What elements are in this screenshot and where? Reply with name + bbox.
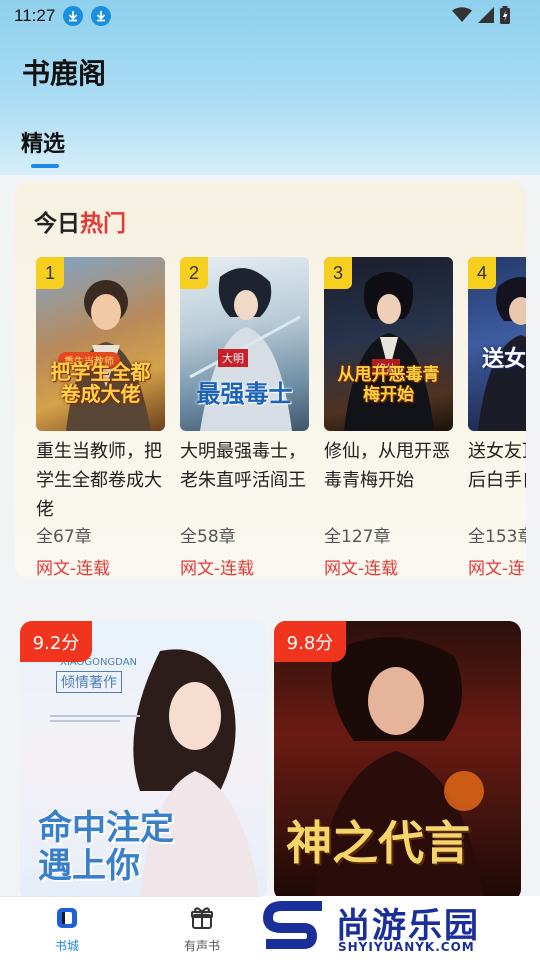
status-bar: 11:27 (0, 0, 540, 32)
section-title-highlight: 热门 (80, 211, 126, 237)
rank-badge: 2 (180, 257, 208, 289)
cover-title: 神之代言 (286, 816, 470, 870)
book-cover[interactable]: 4 送女顶流 (468, 257, 526, 431)
cover-title: 最强毒士 (196, 380, 293, 408)
book-chapters: 全127章 (324, 527, 391, 547)
book-tag: 网文-连载 (180, 559, 255, 578)
nav-label: 书城 (54, 939, 79, 953)
tab-featured[interactable]: 精选 (21, 126, 65, 158)
nav-bookstore[interactable]: 书城 (27, 905, 107, 954)
app-title: 书鹿阁 (22, 57, 107, 90)
signal-icon (478, 7, 494, 23)
rank-badge: 4 (468, 257, 496, 289)
gift-icon (191, 907, 213, 929)
nav-label: 有声书 (183, 939, 220, 953)
book-tag: 网文-连载 (36, 559, 111, 578)
book-item[interactable]: 3 修仙 从甩开恶毒青梅开始 修仙，从甩开恶毒青梅开始 全127章 网文-连载 (324, 257, 454, 578)
hot-section: 今日热门 1 重生当教师 把学生全都卷成大佬 重生当教师，把学生全都卷成大佬 全… (14, 182, 526, 578)
watermark-url: SHYIYUANYK.COM (338, 940, 475, 954)
recommend-card[interactable]: 神之代言 9.8分 (274, 621, 521, 901)
download-icon (91, 6, 112, 26)
book-chapters: 全58章 (180, 527, 236, 547)
cover-author: 倾情著作 (56, 671, 122, 693)
book-item[interactable]: 2 大明 最强毒士 大明最强毒士，老朱直呼活阎王 全58章 网文-连载 (180, 257, 310, 578)
battery-icon (500, 6, 510, 24)
cover-title: 命中注定遇上你 (38, 808, 174, 886)
book-tag: 网文-连载 (324, 559, 399, 578)
cover-badge: 大明 (218, 349, 248, 367)
recommend-card[interactable]: XIAOGONGDAN 倾情著作 命中注定遇上你 9.2分 (20, 621, 267, 901)
score-badge: 9.2分 (20, 621, 92, 662)
rank-badge: 3 (324, 257, 352, 289)
nav-audiobook[interactable]: 有声书 (162, 905, 242, 954)
book-item[interactable]: 4 送女顶流 送女友顶流被踢后白手自起飞 全153章 网文-连载 (468, 257, 526, 578)
book-chapters: 全67章 (36, 527, 92, 547)
book-title: 重生当教师，把学生全都卷成大佬 (36, 441, 162, 520)
book-cover[interactable]: 1 重生当教师 把学生全都卷成大佬 (36, 257, 165, 431)
book-cover[interactable]: 3 修仙 从甩开恶毒青梅开始 (324, 257, 453, 431)
section-title-part: 今日 (34, 211, 80, 237)
wifi-icon (452, 7, 472, 22)
book-title: 大明最强毒士，老朱直呼活阎王 (180, 441, 306, 491)
score-badge: 9.8分 (274, 621, 346, 662)
book-chapters: 全153章 (468, 527, 526, 547)
book-title: 送女友顶流被踢后白手自起飞 (468, 441, 526, 491)
watermark-logo (262, 901, 322, 949)
tab-indicator (31, 164, 59, 168)
cover-title: 把学生全都卷成大佬 (50, 360, 151, 406)
book-item[interactable]: 1 重生当教师 把学生全都卷成大佬 重生当教师，把学生全都卷成大佬 全67章 网… (36, 257, 166, 578)
status-time: 11:27 (14, 6, 56, 25)
book-cover[interactable]: 2 大明 最强毒士 (180, 257, 309, 431)
bookstore-icon (57, 908, 77, 928)
section-title: 今日热门 (34, 204, 126, 238)
book-tag: 网文-连载 (468, 559, 526, 578)
watermark: 尚游乐园 SHYIYUANYK.COM (262, 896, 540, 960)
cover-title: 送女顶流 (482, 347, 526, 372)
cover-title: 从甩开恶毒青梅开始 (337, 365, 440, 405)
rank-badge: 1 (36, 257, 64, 289)
book-title: 修仙，从甩开恶毒青梅开始 (324, 441, 450, 491)
download-icon (63, 6, 84, 26)
